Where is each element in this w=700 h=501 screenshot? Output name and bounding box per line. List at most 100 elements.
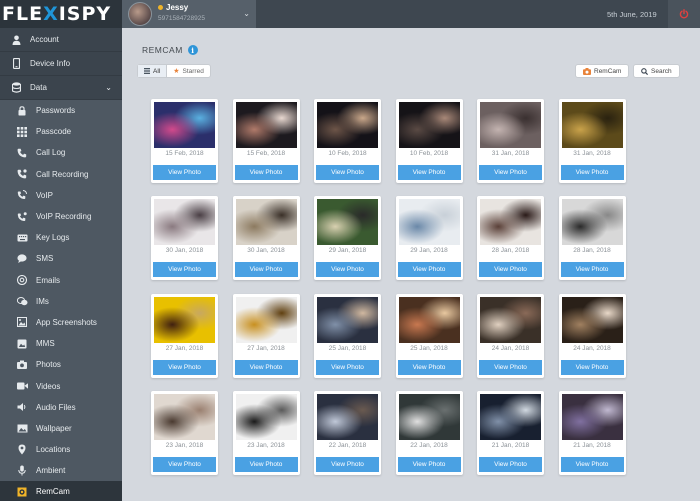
photo-thumbnail[interactable]	[398, 296, 460, 343]
sidebar-item-call-recording[interactable]: Call Recording	[0, 163, 122, 185]
photo-thumbnail[interactable]	[398, 102, 460, 148]
grid-icon	[144, 68, 150, 74]
image-icon	[16, 422, 28, 434]
photo-thumbnail[interactable]	[561, 102, 623, 148]
sidebar: Account Device Info Data ⌄ Passwords Pass…	[0, 28, 122, 501]
photo-card: 10 Feb, 2018 View Photo	[314, 99, 381, 183]
photo-thumbnail[interactable]	[317, 199, 378, 246]
view-photo-button[interactable]: View Photo	[560, 359, 624, 375]
photo-date: 28 Jan, 2018	[573, 247, 611, 255]
view-photo-button[interactable]: View Photo	[234, 359, 298, 375]
view-photo-button[interactable]: View Photo	[560, 456, 624, 472]
view-photo-button[interactable]: View Photo	[153, 359, 216, 375]
view-photo-button[interactable]: View Photo	[316, 262, 379, 278]
voip-recording-icon	[16, 211, 28, 223]
filter-starred-button[interactable]: ★ Starred	[167, 65, 210, 77]
sidebar-item-ambient[interactable]: Ambient	[0, 460, 122, 482]
sidebar-item-app-screenshots[interactable]: App Screenshots	[0, 311, 122, 334]
photo-thumbnail[interactable]	[154, 199, 215, 246]
user-switcher[interactable]: Jessy 5971584728925 ⌄	[122, 0, 256, 28]
view-photo-button[interactable]: View Photo	[316, 165, 379, 180]
sidebar-item-videos[interactable]: Videos	[0, 375, 122, 397]
sms-icon	[16, 253, 28, 265]
photo-thumbnail[interactable]	[480, 296, 541, 343]
sidebar-item-call-log[interactable]: Call Log	[0, 142, 122, 164]
sidebar-item-device-info[interactable]: Device Info	[0, 52, 122, 76]
view-photo-button[interactable]: View Photo	[234, 262, 298, 278]
view-photo-button[interactable]: View Photo	[397, 359, 461, 375]
sidebar-item-photos[interactable]: Photos	[0, 354, 122, 376]
photo-thumbnail[interactable]	[398, 393, 460, 440]
photo-thumbnail[interactable]	[398, 199, 460, 246]
info-icon[interactable]: i	[187, 45, 198, 55]
view-photo-button[interactable]: View Photo	[560, 262, 624, 278]
avatar	[128, 2, 152, 26]
photo-thumbnail[interactable]	[154, 393, 215, 440]
sidebar-item-audio-files[interactable]: Audio Files	[0, 396, 122, 418]
sidebar-item-account[interactable]: Account	[0, 28, 122, 52]
view-photo-button[interactable]: View Photo	[479, 456, 542, 472]
view-photo-button[interactable]: View Photo	[397, 456, 461, 472]
remcam-button[interactable]: RemCam	[575, 64, 630, 78]
sidebar-item-passwords[interactable]: Passwords	[0, 100, 122, 122]
photo-thumbnail[interactable]	[480, 102, 541, 148]
chevron-down-icon[interactable]: ⌄	[243, 9, 250, 18]
photo-date: 15 Feb, 2018	[246, 150, 286, 157]
photo-card: 10 Feb, 2018 View Photo	[395, 99, 463, 183]
sidebar-item-label: Device Info	[30, 59, 71, 68]
filter-all-button[interactable]: All	[138, 65, 168, 77]
view-photo-button[interactable]: View Photo	[153, 165, 216, 180]
view-photo-button[interactable]: View Photo	[153, 262, 216, 278]
photo-thumbnail[interactable]	[561, 199, 623, 246]
photo-thumbnail[interactable]	[480, 199, 541, 246]
view-photo-button[interactable]: View Photo	[479, 359, 542, 375]
photo-thumbnail[interactable]	[317, 393, 378, 440]
sidebar-item-data[interactable]: Data ⌄	[0, 76, 122, 100]
photo-thumbnail[interactable]	[480, 393, 541, 440]
sidebar-item-mms[interactable]: MMS	[0, 333, 122, 355]
photo-date: 25 Jan, 2018	[410, 344, 448, 352]
sidebar-item-key-logs[interactable]: Key Logs	[0, 227, 122, 249]
photo-card: 21 Jan, 2018 View Photo	[558, 390, 626, 475]
sidebar-item-sms[interactable]: SMS	[0, 248, 122, 270]
view-photo-button[interactable]: View Photo	[234, 456, 298, 472]
view-photo-button[interactable]: View Photo	[479, 262, 542, 278]
view-photo-button[interactable]: View Photo	[316, 359, 379, 375]
sidebar-item-voip-recording[interactable]: VoIP Recording	[0, 205, 122, 228]
photo-thumbnail[interactable]	[561, 296, 623, 343]
view-photo-button[interactable]: View Photo	[234, 165, 298, 180]
view-photo-button[interactable]: View Photo	[560, 165, 624, 180]
photo-thumbnail[interactable]	[561, 393, 623, 440]
sidebar-item-wallpaper[interactable]: Wallpaper	[0, 417, 122, 439]
photo-thumbnail[interactable]	[235, 199, 297, 246]
logo[interactable]: FLEXISPY	[0, 0, 122, 28]
logout-button[interactable]	[668, 0, 700, 28]
view-photo-button[interactable]: View Photo	[316, 456, 379, 472]
camera-icon	[16, 359, 28, 371]
photo-card: 29 Jan, 2018 View Photo	[395, 196, 463, 281]
star-icon: ★	[173, 68, 180, 75]
sidebar-item-passcode[interactable]: Passcode	[0, 121, 122, 143]
photo-thumbnail[interactable]	[235, 393, 297, 440]
view-photo-button[interactable]: View Photo	[397, 262, 461, 278]
photo-thumbnail[interactable]	[235, 296, 297, 343]
photo-thumbnail[interactable]	[317, 296, 378, 343]
phone-call-icon	[16, 147, 28, 159]
sidebar-item-label: RemCam	[36, 487, 70, 497]
view-photo-button[interactable]: View Photo	[397, 165, 461, 180]
photo-thumbnail[interactable]	[154, 296, 215, 343]
photo-thumbnail[interactable]	[235, 102, 297, 148]
photo-thumbnail[interactable]	[154, 102, 215, 148]
photo-card: 31 Jan, 2018 View Photo	[477, 99, 544, 183]
sidebar-item-ims[interactable]: IMs	[0, 290, 122, 312]
sidebar-item-emails[interactable]: Emails	[0, 269, 122, 291]
sidebar-item-voip[interactable]: VoIP	[0, 184, 122, 206]
view-photo-button[interactable]: View Photo	[479, 165, 542, 180]
view-photo-button[interactable]: View Photo	[153, 456, 216, 472]
photo-thumbnail[interactable]	[317, 102, 378, 148]
sidebar-item-remcam[interactable]: RemCam	[0, 481, 122, 501]
sidebar-item-locations[interactable]: Locations	[0, 439, 122, 461]
photo-card: 28 Jan, 2018 View Photo	[558, 196, 626, 281]
photo-card: 24 Jan, 2018 View Photo	[477, 293, 544, 378]
search-button[interactable]: Search	[633, 64, 680, 78]
